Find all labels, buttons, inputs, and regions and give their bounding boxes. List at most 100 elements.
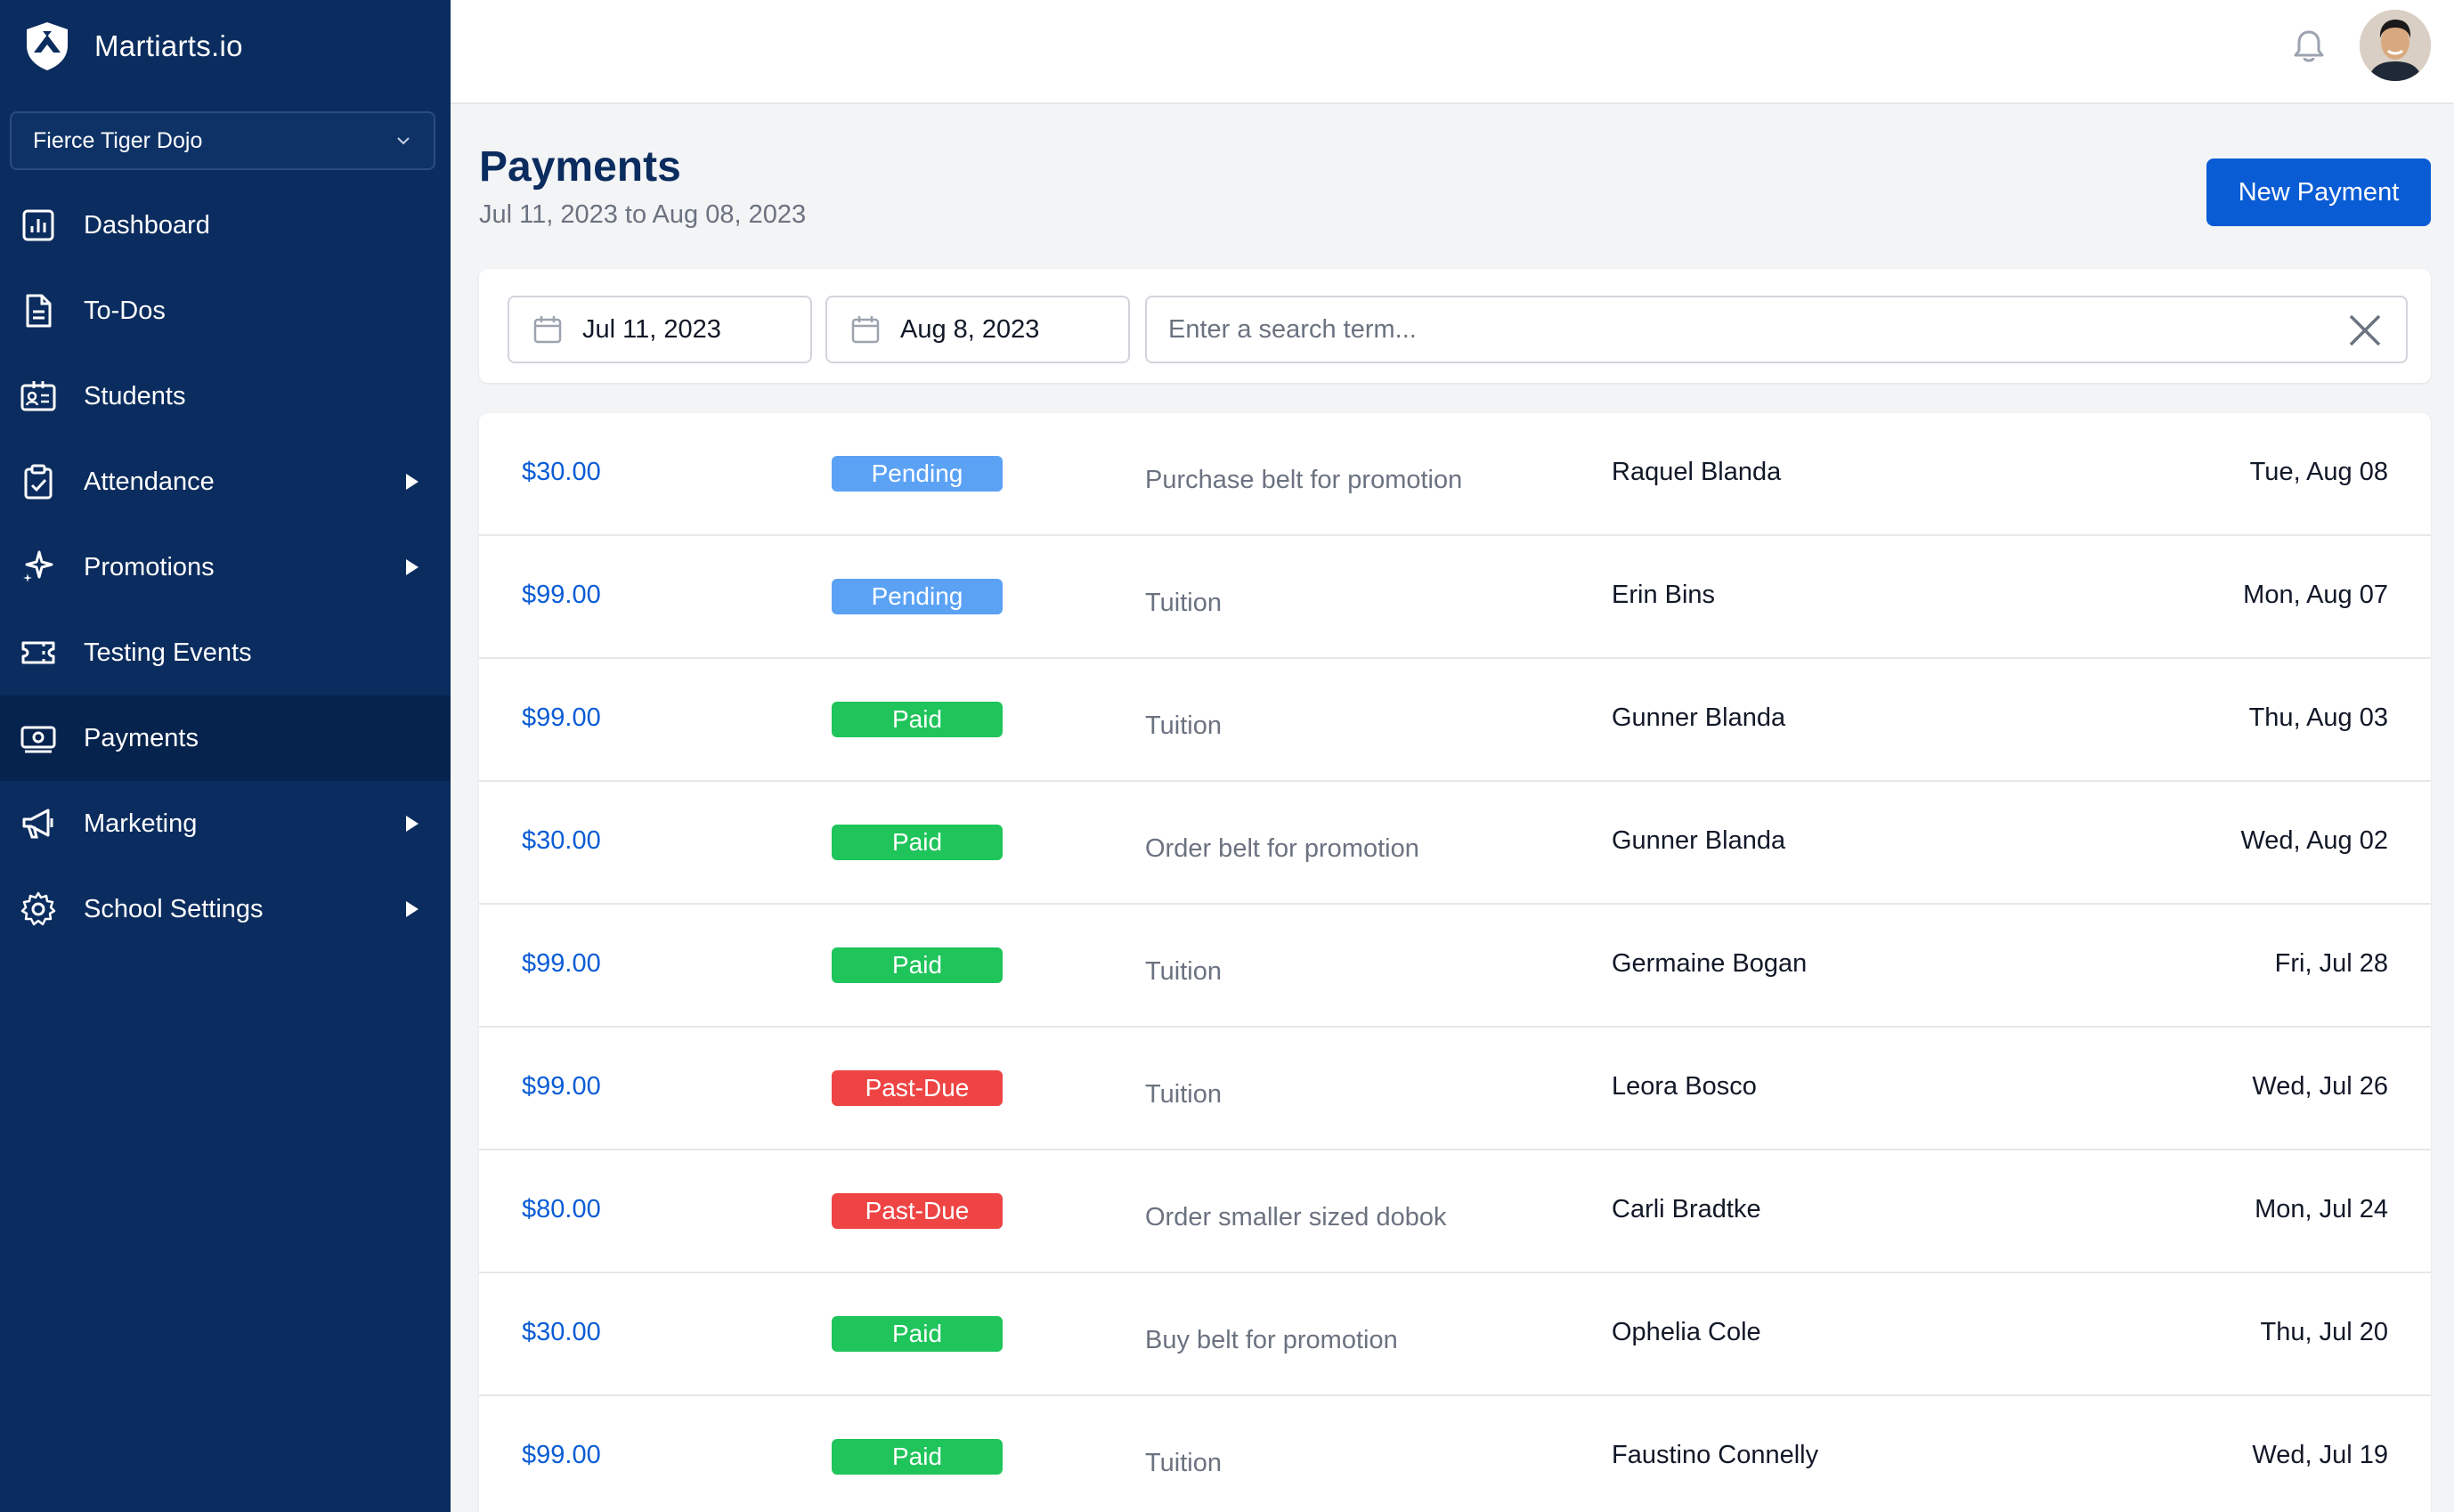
status-badge: Paid xyxy=(832,702,1003,737)
payment-description: Tuition xyxy=(1145,711,1222,741)
sidebar-nav: Dashboard To-Dos Students Attendance Pro… xyxy=(0,183,451,952)
payment-date: Tue, Aug 08 xyxy=(2250,458,2388,487)
payment-amount[interactable]: $99.00 xyxy=(522,703,601,733)
cash-icon xyxy=(20,719,57,757)
payment-description: Order belt for promotion xyxy=(1145,834,1419,864)
sidebar-item-attendance[interactable]: Attendance xyxy=(0,439,451,524)
search-input[interactable] xyxy=(1147,297,2340,362)
start-date-field[interactable]: Jul 11, 2023 xyxy=(508,296,812,363)
payment-amount[interactable]: $30.00 xyxy=(522,826,601,856)
payment-date: Wed, Aug 02 xyxy=(2240,826,2388,856)
sidebar-item-label: To-Dos xyxy=(84,297,166,326)
brand-name: Martiarts.io xyxy=(94,29,243,63)
payment-row[interactable]: $80.00 Past-Due Order smaller sized dobok C… xyxy=(479,1150,2431,1273)
payment-description: Order smaller sized dobok xyxy=(1145,1203,1446,1232)
avatar[interactable] xyxy=(2360,10,2431,81)
clipboard-check-icon xyxy=(20,463,57,500)
payment-row[interactable]: $30.00PendingPurchase belt for promotion… xyxy=(479,413,2431,536)
ticket-icon xyxy=(20,634,57,671)
sidebar-item-school-settings[interactable]: School Settings xyxy=(0,866,451,952)
sparkles-icon xyxy=(20,549,57,586)
payment-amount[interactable]: $30.00 xyxy=(522,458,601,487)
student-name: Leora Bosco xyxy=(1612,1072,1757,1101)
filter-bar: Jul 11, 2023 Aug 8, 2023 xyxy=(479,269,2431,383)
payment-row[interactable]: $99.00Past-DueTuitionLeora BoscoWed, Jul… xyxy=(479,1028,2431,1150)
calendar-icon xyxy=(850,314,881,345)
megaphone-icon xyxy=(20,805,57,842)
id-card-icon xyxy=(20,378,57,415)
sidebar-item-students[interactable]: Students xyxy=(0,354,451,439)
student-name: Erin Bins xyxy=(1612,581,1715,610)
sidebar-item-label: School Settings xyxy=(84,895,264,924)
expand-arrow-icon xyxy=(406,559,418,575)
user-avatar-icon xyxy=(2360,10,2431,81)
payment-date: Mon, Jul 24 xyxy=(2255,1195,2388,1224)
new-payment-button[interactable]: New Payment xyxy=(2206,159,2431,226)
payment-row[interactable]: $99.00PaidTuitionGunner BlandaThu, Aug 0… xyxy=(479,659,2431,782)
status-badge: Paid xyxy=(832,825,1003,860)
sidebar-item-todos[interactable]: To-Dos xyxy=(0,268,451,354)
sidebar-item-label: Testing Events xyxy=(84,638,252,668)
student-name: Raquel Blanda xyxy=(1612,458,1781,487)
payment-amount[interactable]: $80.00 xyxy=(522,1195,601,1224)
student-name: Ophelia Cole xyxy=(1612,1318,1761,1347)
sidebar-item-label: Students xyxy=(84,382,185,411)
student-name: Gunner Blanda xyxy=(1612,826,1785,856)
sidebar-item-dashboard[interactable]: Dashboard xyxy=(0,183,451,268)
payment-date: Fri, Jul 28 xyxy=(2275,949,2388,979)
sidebar-item-testing-events[interactable]: Testing Events xyxy=(0,610,451,695)
end-date-value: Aug 8, 2023 xyxy=(900,315,1039,345)
payment-row[interactable]: $30.00 Paid Buy belt for promotion Ophelia … xyxy=(479,1273,2431,1396)
payment-description: Buy belt for promotion xyxy=(1145,1326,1398,1355)
calendar-icon xyxy=(532,314,563,345)
end-date-field[interactable]: Aug 8, 2023 xyxy=(825,296,1130,363)
page-title: Payments xyxy=(479,142,681,191)
sidebar-item-label: Dashboard xyxy=(84,211,210,240)
student-name: Faustino Connelly xyxy=(1612,1441,1818,1470)
sidebar-item-label: Attendance xyxy=(84,467,215,497)
sidebar: Martiarts.io Fierce Tiger Dojo Dashboard… xyxy=(0,0,451,1512)
close-icon[interactable] xyxy=(2347,313,2383,348)
expand-arrow-icon xyxy=(406,816,418,832)
expand-arrow-icon xyxy=(406,901,418,917)
payment-amount[interactable]: $99.00 xyxy=(522,1072,601,1101)
status-badge: Paid xyxy=(832,1316,1003,1352)
payment-description: Tuition xyxy=(1145,1080,1222,1110)
payment-date: Mon, Aug 07 xyxy=(2243,581,2388,610)
school-select[interactable]: Fierce Tiger Dojo xyxy=(10,111,435,170)
status-badge: Paid xyxy=(832,1439,1003,1475)
status-badge: Pending xyxy=(832,456,1003,492)
sidebar-item-label: Promotions xyxy=(84,553,215,582)
payment-row[interactable]: $99.00 Paid Tuition Germaine Bogan Fri, Jul … xyxy=(479,905,2431,1028)
sidebar-item-label: Payments xyxy=(84,724,199,753)
payment-amount[interactable]: $99.00 xyxy=(522,1441,601,1470)
payment-description: Tuition xyxy=(1145,957,1222,987)
student-name: Carli Bradtke xyxy=(1612,1195,1761,1224)
payment-description: Tuition xyxy=(1145,589,1222,618)
student-name: Germaine Bogan xyxy=(1612,949,1807,979)
payment-amount[interactable]: $99.00 xyxy=(522,949,601,979)
status-badge: Past-Due xyxy=(832,1193,1003,1229)
page-date-range: Jul 11, 2023 to Aug 08, 2023 xyxy=(479,200,806,230)
document-icon xyxy=(20,292,57,329)
sidebar-item-promotions[interactable]: Promotions xyxy=(0,524,451,610)
expand-arrow-icon xyxy=(406,474,418,490)
payment-row[interactable]: $99.00PendingTuitionErin BinsMon, Aug 07 xyxy=(479,536,2431,659)
brand[interactable]: Martiarts.io xyxy=(23,20,243,73)
school-select-value: Fierce Tiger Dojo xyxy=(33,128,202,154)
payment-amount[interactable]: $30.00 xyxy=(522,1318,601,1347)
shield-logo-icon xyxy=(23,20,71,72)
payment-date: Thu, Aug 03 xyxy=(2249,703,2388,733)
chevron-down-icon xyxy=(394,132,412,150)
sidebar-item-payments[interactable]: Payments xyxy=(0,695,451,781)
payment-date: Wed, Jul 26 xyxy=(2252,1072,2388,1101)
payment-description: Tuition xyxy=(1145,1449,1222,1478)
payment-row[interactable]: $30.00 Paid Order belt for promotion Gunner… xyxy=(479,782,2431,905)
status-badge: Paid xyxy=(832,947,1003,983)
bell-icon[interactable] xyxy=(2289,27,2328,66)
sidebar-item-marketing[interactable]: Marketing xyxy=(0,781,451,866)
payment-row[interactable]: $99.00PaidTuitionFaustino ConnellyWed, J… xyxy=(479,1396,2431,1512)
start-date-value: Jul 11, 2023 xyxy=(582,315,721,345)
gear-icon xyxy=(20,890,57,928)
payment-amount[interactable]: $99.00 xyxy=(522,581,601,610)
